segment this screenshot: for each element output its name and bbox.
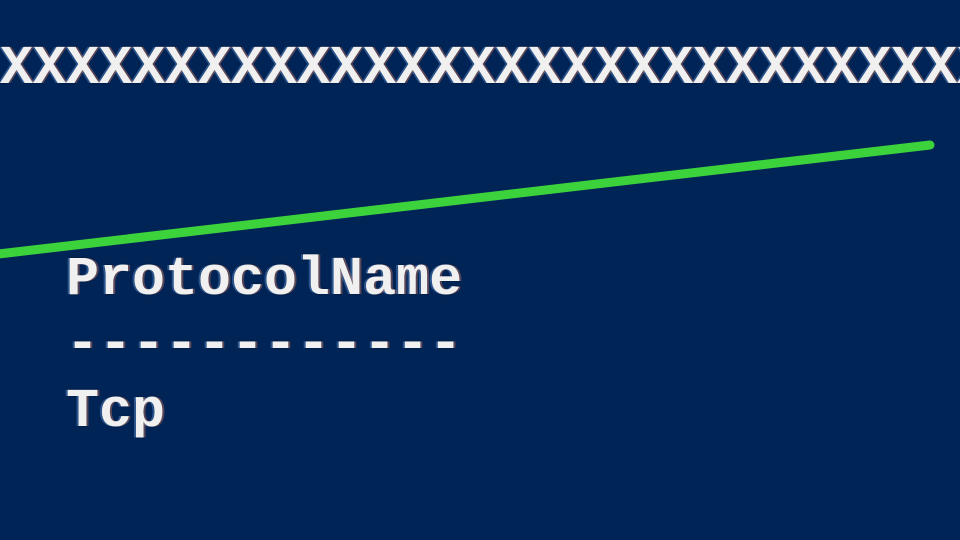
- command-line-rule: XXXXXXXXXXXXXXXXXXXXXXXXXXXXXXXXXXXXXXXX…: [0, 40, 960, 98]
- powershell-terminal[interactable]: XXXXXXXXXXXXXXXXXXXXXXXXXXXXXXXXXXXXXXXX…: [0, 0, 960, 540]
- column-value-tcp: Tcp: [0, 383, 165, 441]
- column-underline: ------------: [0, 316, 462, 374]
- column-header-protocolname: ProtocolName: [0, 251, 462, 309]
